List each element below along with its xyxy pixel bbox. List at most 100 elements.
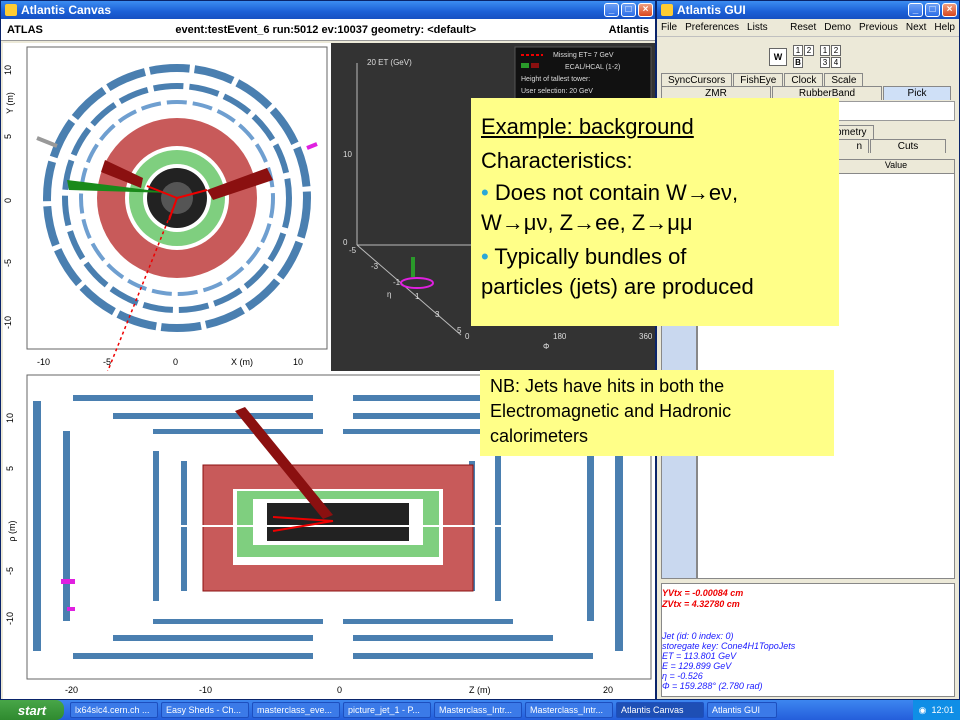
legend-ecal-hcal: ECAL/HCAL (1-2): [565, 64, 620, 71]
xy-xtick-4: 10: [293, 357, 303, 367]
rz-ytick-4: -10: [5, 612, 15, 625]
lego-tower: [411, 257, 415, 277]
minimize-button[interactable]: _: [908, 3, 923, 17]
tabs-row-1: SyncCursors FishEye Clock Scale: [661, 73, 864, 87]
task-6[interactable]: Atlantis Canvas: [616, 702, 704, 718]
gui-titlebar[interactable]: Atlantis GUI _ □ ×: [657, 1, 959, 19]
rz-ytick-0: 10: [5, 413, 15, 423]
xy-ytick-4: -10: [3, 316, 13, 329]
w-button[interactable]: W: [769, 47, 787, 66]
xy-ytick-2: 0: [3, 198, 13, 203]
rz-x-axis-label: Z (m): [469, 685, 491, 695]
task-0[interactable]: lx64slc4.cern.ch ...: [70, 702, 158, 718]
header-event-info: event:testEvent_6 run:5012 ev:10037 geom…: [175, 23, 477, 36]
header-atlas-label: ATLAS: [7, 23, 43, 36]
slide-subheading: Characteristics:: [481, 148, 633, 173]
task-7[interactable]: Atlantis GUI: [707, 702, 777, 718]
grid-a-b[interactable]: B: [793, 57, 803, 68]
slide-bullet-2: • Typically bundles of: [481, 242, 829, 272]
xy-ytick-1: 5: [3, 134, 13, 139]
lego-eta-tick-4: 3: [435, 310, 440, 319]
rz-xtick-1: -10: [199, 685, 212, 695]
lego-eta-tick-3: 1: [415, 292, 420, 301]
xy-x-axis-label: X (m): [231, 357, 253, 367]
menu-file[interactable]: File: [661, 22, 677, 33]
close-button[interactable]: ×: [942, 3, 957, 17]
tab-synccursors[interactable]: SyncCursors: [661, 73, 733, 87]
app-icon: [661, 4, 673, 16]
tabs-row-4: n Cuts: [829, 139, 947, 153]
system-tray: ◉ 12:01: [912, 700, 960, 720]
start-button[interactable]: start: [0, 700, 64, 720]
grid-b-4[interactable]: 4: [831, 57, 841, 68]
tab-cuts[interactable]: Cuts: [870, 139, 946, 153]
jet-info-2: ET = 113.801 GeV: [662, 651, 737, 661]
output-zvtx: ZVtx = 4.32780 cm: [662, 599, 740, 609]
menu-reset[interactable]: Reset: [790, 22, 816, 33]
menu-previous[interactable]: Previous: [859, 22, 898, 33]
grid-b-1[interactable]: 1: [820, 45, 830, 56]
bullet-2-line-2: particles (jets) are produced: [481, 274, 754, 299]
lego-eta-tick-5: 5: [457, 326, 462, 335]
grid-a-1[interactable]: 1: [793, 45, 803, 56]
bullet-1-line-2: W→μν, Z→ee, Z→μμ: [481, 210, 693, 235]
bullet-1-line-1: Does not contain W→eν,: [494, 180, 739, 205]
jet-info-5: Φ = 159.288° (2.780 rad): [662, 681, 763, 691]
legend-tallest: Height of tallest tower:: [521, 76, 590, 83]
close-button[interactable]: ×: [638, 3, 653, 17]
grid-b-2[interactable]: 2: [831, 45, 841, 56]
jet-info-4: η = -0.526: [662, 671, 703, 681]
tab-fisheye[interactable]: FishEye: [733, 73, 784, 87]
task-2[interactable]: masterclass_eve...: [252, 702, 340, 718]
menu-help[interactable]: Help: [934, 22, 955, 33]
note-text: NB: Jets have hits in both the Electroma…: [490, 376, 732, 446]
legend-missing-et: Missing ET= 7 GeV: [553, 52, 614, 59]
lego-et-tick-10: 10: [343, 150, 352, 159]
rz-magenta-hit-2: [67, 607, 75, 611]
menu-demo[interactable]: Demo: [824, 22, 851, 33]
lego-eta-tick-1: -3: [371, 262, 379, 271]
lego-eta-tick-0: -5: [349, 246, 357, 255]
xy-y-axis-label: Y (m): [5, 92, 15, 114]
gui-menubar: File Preferences Lists Reset Demo Previo…: [657, 19, 959, 37]
slide-box-note: NB: Jets have hits in both the Electroma…: [480, 370, 834, 456]
gui-title: Atlantis GUI: [677, 3, 746, 17]
menu-next[interactable]: Next: [906, 22, 927, 33]
task-3[interactable]: picture_jet_1 - P...: [343, 702, 431, 718]
tab-scale[interactable]: Scale: [824, 73, 864, 87]
lego-eta-label: η: [387, 290, 391, 299]
xy-view[interactable]: Y (m) 10 5 0 -5 -10 -10 -5 0 X (m) 10: [3, 43, 331, 371]
bullet-icon: •: [481, 180, 489, 205]
menu-preferences[interactable]: Preferences: [685, 22, 739, 33]
grid-b-3[interactable]: 3: [820, 57, 830, 68]
rz-magenta-hit-1: [61, 579, 75, 584]
lego-phi-label: Φ: [543, 342, 549, 351]
table-header-value: Value: [884, 160, 908, 170]
lego-phi-tick-0: 0: [465, 332, 470, 341]
bullet-2-line-1: Typically bundles of: [494, 244, 687, 269]
grid-a-2[interactable]: 2: [804, 45, 814, 56]
layout-grid-b[interactable]: 1 2 3 4: [820, 45, 841, 68]
maximize-button[interactable]: □: [925, 3, 940, 17]
menu-lists[interactable]: Lists: [747, 22, 768, 33]
minimize-button[interactable]: _: [604, 3, 619, 17]
slide-bullet-1: • Does not contain W→eν,: [481, 178, 829, 208]
task-5[interactable]: Masterclass_Intr...: [525, 702, 613, 718]
task-1[interactable]: Easy Sheds - Ch...: [161, 702, 249, 718]
layout-grid-a[interactable]: 1 2 B: [793, 45, 814, 68]
task-4[interactable]: Masterclass_Intr...: [434, 702, 522, 718]
canvas-titlebar[interactable]: Atlantis Canvas _ □ ×: [1, 1, 655, 19]
start-label: start: [17, 702, 47, 718]
xy-xtick-1: -5: [103, 357, 111, 367]
xy-xtick-2: 0: [173, 357, 178, 367]
bullet-icon: •: [481, 244, 489, 269]
tab-pick[interactable]: Pick: [883, 86, 951, 100]
canvas-title: Atlantis Canvas: [21, 3, 112, 17]
tray-icon[interactable]: ◉: [919, 705, 927, 716]
rz-inner-detector: [267, 503, 409, 541]
rz-y-axis-label: ρ (m): [7, 520, 17, 541]
slide-box-main: Example: background Characteristics: • D…: [471, 98, 839, 326]
lego-et-tick-0: 0: [343, 238, 348, 247]
tab-clock[interactable]: Clock: [784, 73, 824, 87]
maximize-button[interactable]: □: [621, 3, 636, 17]
